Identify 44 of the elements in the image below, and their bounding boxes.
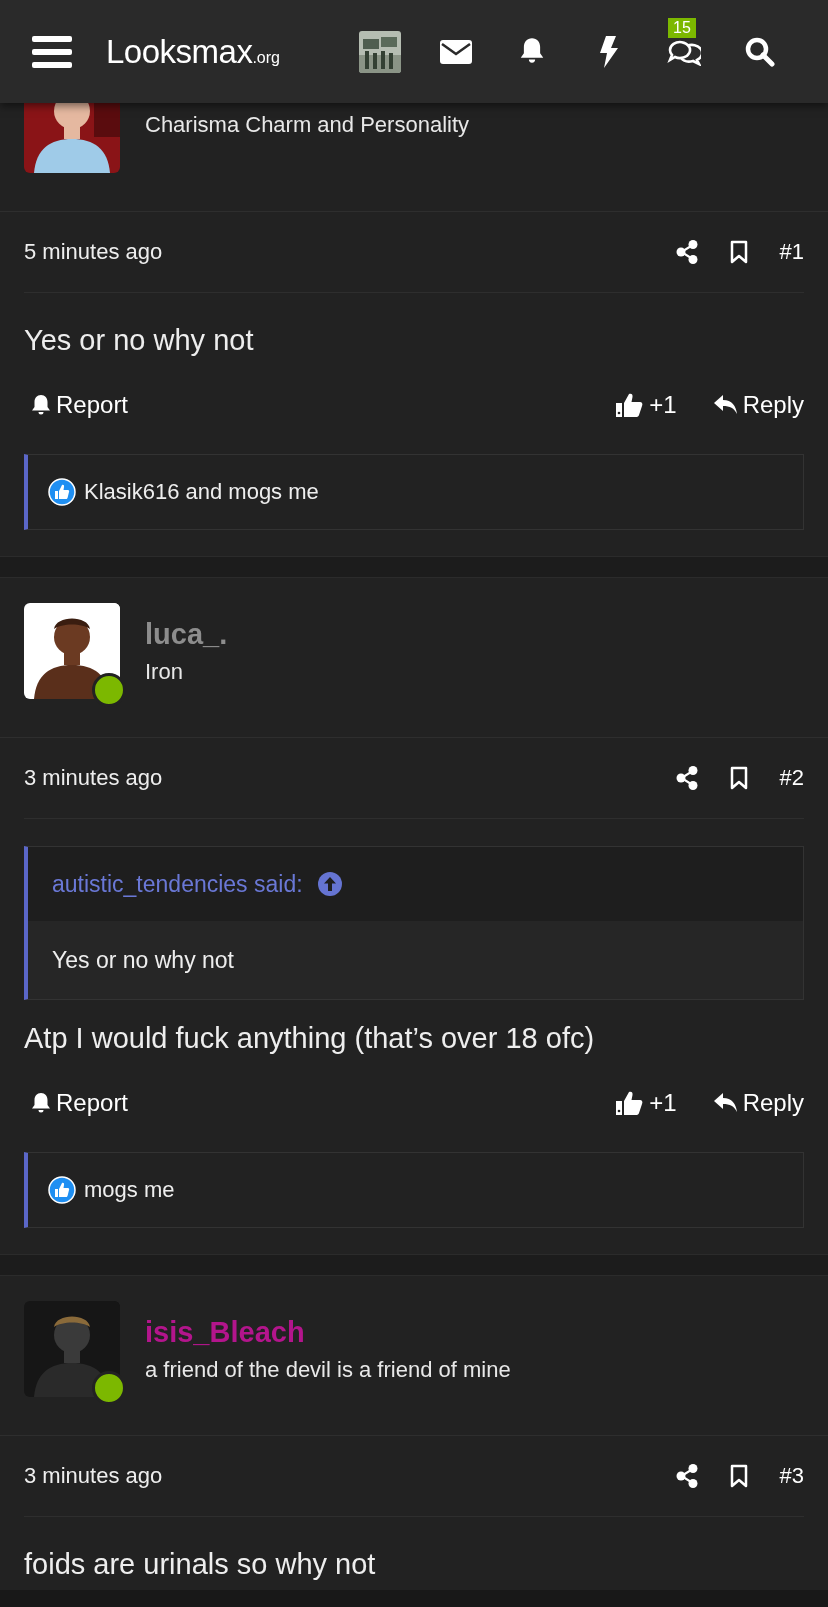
lightning-icon[interactable] xyxy=(598,35,618,68)
post-text: Yes or no why not xyxy=(24,323,255,358)
quote-text: Yes or no why not xyxy=(51,945,235,975)
reaction-names[interactable]: Klasik616 and mogs me xyxy=(84,479,319,505)
user-title: Charisma Charm and Personality xyxy=(145,112,470,138)
bell-icon xyxy=(30,1092,52,1114)
bell-icon xyxy=(30,394,52,416)
post-number[interactable]: #2 xyxy=(779,765,804,791)
like-reaction-icon xyxy=(48,1176,76,1204)
reply-icon xyxy=(712,1092,739,1114)
post-number[interactable]: #1 xyxy=(779,239,804,265)
reaction-names[interactable]: mogs me xyxy=(84,1177,175,1203)
bookmark-icon[interactable] xyxy=(729,1464,748,1488)
user-title: a friend of the devil is a friend of mine xyxy=(145,1356,511,1383)
share-icon[interactable] xyxy=(675,240,698,264)
reply-icon xyxy=(712,394,739,416)
like-button[interactable]: +1 xyxy=(615,391,677,419)
report-link[interactable]: Report xyxy=(30,1089,129,1117)
report-link[interactable]: Report xyxy=(30,391,129,419)
jump-up-icon[interactable] xyxy=(316,871,343,897)
bookmark-icon[interactable] xyxy=(729,240,748,264)
post-time[interactable]: 5 minutes ago xyxy=(24,239,163,265)
like-button[interactable]: +1 xyxy=(615,1089,677,1117)
menu-icon[interactable] xyxy=(32,34,72,69)
thumbs-up-icon xyxy=(615,392,644,418)
username-link[interactable]: luca_. xyxy=(145,617,228,651)
bookmark-icon[interactable] xyxy=(729,766,748,790)
share-icon[interactable] xyxy=(675,1464,698,1488)
post-text: foids are urinals so why not xyxy=(24,1547,377,1582)
reply-link[interactable]: Reply xyxy=(712,1089,804,1117)
thumbs-up-icon xyxy=(615,1090,644,1116)
search-icon[interactable] xyxy=(745,36,775,67)
post-time[interactable]: 3 minutes ago xyxy=(24,765,163,791)
user-title: Iron xyxy=(145,658,184,685)
quote-author-link[interactable]: autistic_tendencies said: xyxy=(52,870,303,898)
post-time[interactable]: 3 minutes ago xyxy=(24,1463,163,1489)
like-reaction-icon xyxy=(48,478,76,506)
share-icon[interactable] xyxy=(675,766,698,790)
post-number[interactable]: #3 xyxy=(779,1463,804,1489)
site-logo[interactable]: Looksmax.org xyxy=(106,32,280,71)
envelope-icon[interactable] xyxy=(440,39,472,64)
post-text: Atp I would fuck anything (that’s over 18 ofc) xyxy=(24,1021,596,1056)
reply-link[interactable]: Reply xyxy=(712,391,804,419)
notification-badge: 15 xyxy=(668,17,696,38)
